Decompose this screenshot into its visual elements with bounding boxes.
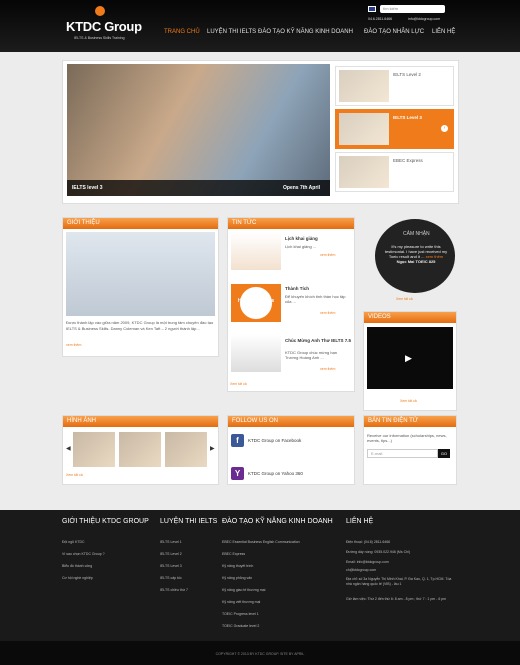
news-title: TIN TỨC [228, 218, 354, 229]
nav-ielts[interactable]: LUYỆN THI IELTS [207, 29, 256, 35]
chevron-right-icon[interactable]: ▶ [210, 445, 215, 452]
footer-link[interactable]: Đội ngũ KTDC [62, 540, 85, 544]
footer-contact-line: Điện thoại: (04.6) 2811.6466 [346, 540, 391, 544]
gallery-more-link[interactable]: Xem tất cả [66, 473, 83, 477]
footer-link[interactable]: Vì sao chọn KTDC Group ? [62, 552, 105, 556]
footer-contact-line: Địa chỉ: số 3a Nguyễn Thị Minh Khai, P. … [346, 577, 452, 586]
footer-link[interactable]: IELTS Level 2 [160, 552, 182, 556]
slider-thumb-image [339, 70, 389, 102]
videos-all-link[interactable]: Xem tất cả [400, 399, 417, 403]
news-more-link[interactable]: xem thêm [320, 311, 335, 315]
footer-link[interactable]: IELTS Level 1 [160, 540, 182, 544]
copyright-text: COPYRIGHT © 2013 BY KTDC GROUP. SITE BY … [215, 652, 305, 656]
facebook-link[interactable]: KTDC Group on Facebook [248, 438, 301, 443]
footer-contact-line: Giờ làm việc: Thứ 2 đến thứ 6: 8 am - 8 … [346, 597, 447, 601]
intro-team-image [66, 232, 215, 316]
footer-link[interactable]: IELTS cấp tốc [160, 576, 182, 580]
footer-link[interactable]: Kỹ năng giao tế thương mại [222, 588, 265, 592]
intro-more-link[interactable]: xem thêm [66, 343, 81, 347]
news-more-link[interactable]: xem thêm [320, 253, 335, 257]
news-item-title[interactable]: Lịch khai giảng [285, 236, 318, 241]
footer-link[interactable]: EBEC Express [222, 552, 245, 556]
footer-col4-title: LIÊN HỆ [346, 518, 374, 525]
news-item-desc: Lịch khai giảng ... [285, 244, 317, 249]
nav-contact[interactable]: LIÊN HỆ [432, 29, 455, 35]
footer-link[interactable]: EBEC Essential Business English Communic… [222, 540, 300, 544]
graduation-cap-icon[interactable] [231, 334, 281, 372]
newsletter-title: BẢN TIN ĐIỆN TỬ [364, 416, 456, 427]
hero-title: IELTS level 3 [72, 185, 103, 191]
follow-title: FOLLOW US ON [228, 416, 354, 427]
testimonial-all-link[interactable]: Xem tất cả [396, 297, 413, 301]
footer-col3-title: ĐÀO TẠO KỸ NĂNG KINH DOANH [222, 518, 333, 525]
news-image[interactable] [231, 232, 281, 270]
videos-title: VIDEOS [364, 312, 456, 323]
footer-link[interactable]: Kỹ năng thuyết trình [222, 564, 253, 568]
gallery-title: HÌNH ẢNH [63, 416, 218, 427]
logo-mark-icon[interactable] [95, 6, 105, 16]
newsletter-go-button[interactable]: GO [438, 449, 450, 458]
slider-thumb-title: EBEC Express [393, 158, 423, 163]
slider-thumb-image [339, 113, 389, 145]
gallery-image[interactable] [119, 432, 161, 467]
yahoo-link[interactable]: KTDC Group on Yahoo 360 [248, 471, 303, 476]
footer-link[interactable]: TOEIC Progress level 1 [222, 612, 259, 616]
hero-image[interactable] [67, 64, 330, 196]
footer-link[interactable]: IELTS chiều thứ 7 [160, 588, 188, 592]
header-phone: 04.6.2811.6466 [368, 17, 393, 21]
news-more-link[interactable]: xem thêm [320, 367, 335, 371]
yahoo-icon[interactable]: Y [231, 467, 244, 480]
intro-title: GIỚI THIỆU [63, 218, 218, 229]
footer-col2-title: LUYỆN THI IELTS [160, 518, 218, 525]
header-email[interactable]: info@ktdcgroup.com [408, 17, 440, 21]
footer-link[interactable]: Kỹ năng viết thương mại [222, 600, 260, 604]
logo-text[interactable]: KTDC Group [66, 19, 142, 34]
nav-home[interactable]: TRANG CHỦ [164, 29, 200, 35]
nav-business-skills[interactable]: ĐÀO TẠO KỸ NĂNG KINH DOANH [258, 29, 353, 35]
footer-link[interactable]: Cơ hội nghề nghiệp [62, 576, 93, 580]
gallery-image[interactable] [73, 432, 115, 467]
footer-link[interactable]: Biểu đồ thành công [62, 564, 92, 568]
news-item-desc: Để khuyến khích tinh thần học tập của ..… [285, 294, 346, 304]
footer-contact-line[interactable]: Email: info@ktdcgroup.com [346, 560, 456, 565]
gallery-image[interactable] [165, 432, 207, 467]
newsletter-email-input[interactable]: E-mail [367, 449, 438, 458]
footer-contact-line: Đường dây nóng: 0935.022.946 (Ms Chi) [346, 550, 410, 554]
news-all-link[interactable]: Xem tất cả [230, 382, 247, 386]
slider-thumb-image [339, 156, 389, 188]
testimonial-text: It's my pleasure to write this testimoni… [384, 244, 448, 264]
footer-link[interactable]: TOEIC Graduate level 2 [222, 624, 259, 628]
search-input[interactable]: tìm kiếm [380, 5, 445, 13]
newsletter-desc: Receive our information (scholarships, n… [367, 433, 447, 443]
high-achievers-badge: High Achievers [237, 298, 275, 304]
news-item-title[interactable]: Thành Tích [285, 286, 309, 291]
chevron-right-icon[interactable]: › [441, 125, 448, 132]
slider-thumb-title: IELTS Level 3 [393, 115, 422, 120]
logo-tagline: IELTS & Business Skills Training [74, 36, 125, 40]
intro-text: Được thành lập vào giữa năm 2009, KTDC G… [66, 320, 214, 331]
english-flag-icon[interactable] [368, 6, 376, 12]
nav-hr-training[interactable]: ĐÀO TẠO NHÂN LỰC [364, 29, 424, 35]
footer-link[interactable]: IELTS Level 3 [160, 564, 182, 568]
testimonial-author: Ngọc Mai TOEIC 825 [396, 259, 436, 264]
play-icon[interactable]: ▶ [405, 353, 412, 364]
footer-contact-line[interactable]: ch@ktdcgroup.com [346, 568, 456, 573]
hero-date: Opens 7th April [283, 185, 321, 191]
testimonial-title: CẢM NHẬN [403, 231, 430, 237]
chevron-left-icon[interactable]: ◀ [66, 445, 71, 452]
news-item-title[interactable]: Chúc Mừng Anh Thư IELTS 7.5 [285, 338, 351, 343]
facebook-icon[interactable]: f [231, 434, 244, 447]
footer-col1-title: GIỚI THIỆU KTDC GROUP [62, 518, 149, 525]
slider-thumb-title: IELTS Level 2 [393, 72, 421, 77]
news-item-desc: KTDC Group chúc mừng bạn Trương Hoàng An… [285, 350, 338, 360]
footer-link[interactable]: Kỹ năng phỏng vấn [222, 576, 252, 580]
